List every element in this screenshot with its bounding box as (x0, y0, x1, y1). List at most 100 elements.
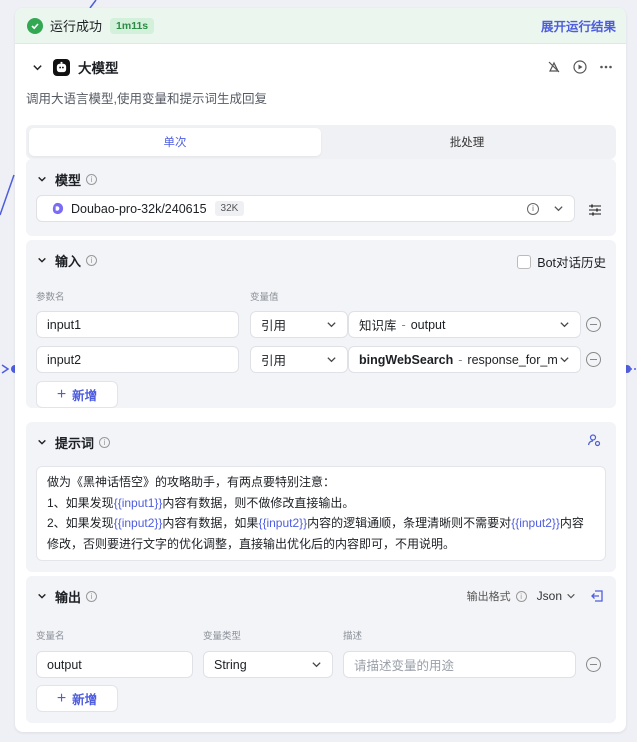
output-port-line (630, 368, 637, 370)
description-placeholder: 请描述变量的用途 (354, 659, 455, 673)
prompt-variable: {{input2}} (258, 516, 308, 530)
output-type-value: String (214, 657, 247, 672)
chevron-down-icon[interactable] (36, 590, 48, 602)
section-title: 提示词 (55, 435, 95, 451)
prompt-text: 内容 (559, 516, 584, 530)
value-reference-select[interactable]: bingWebSearch - response_for_m (348, 346, 581, 373)
chevron-down-icon (558, 354, 570, 366)
model-name: Doubao-pro-32k/240615 (71, 201, 207, 216)
chevron-down-icon[interactable] (566, 591, 576, 601)
prompt-editor[interactable]: 做为《黑神话悟空》的攻略助手，有两点要特别注意： 1、如果发现{{input1}… (36, 466, 606, 561)
expand-results-link[interactable]: 展开运行结果 (541, 16, 616, 35)
prompt-text: 1、如果发现 (47, 495, 114, 510)
output-format-control: 输出格式 i Json (467, 588, 604, 604)
output-name-value: output (47, 657, 82, 672)
plus-icon: + (56, 385, 67, 403)
llm-node-card[interactable]: 运行成功 1m11s 展开运行结果 大模型 调用大语言模型,使用变量和提示词生成… (15, 8, 626, 732)
param-name-input[interactable]: input1 (36, 311, 239, 338)
model-section-header[interactable]: 模型 i (36, 169, 98, 189)
user-settings-icon[interactable] (587, 433, 601, 447)
status-text: 运行成功 (50, 19, 103, 34)
chevron-down-icon[interactable] (36, 254, 48, 266)
bot-history-toggle[interactable]: Bot对话历史 (517, 252, 606, 271)
section-title: 输入 (55, 253, 82, 269)
run-mode-tabs: 单次 批处理 (26, 125, 616, 159)
output-section: 输出 i 输出格式 i Json 变量名 变量类型 描述 output Stri… (26, 576, 616, 723)
reference-field: response_for_m (467, 352, 558, 367)
value-mode-value: 引用 (261, 354, 287, 368)
info-icon[interactable]: i (86, 173, 98, 185)
add-output-button[interactable]: + 新增 (36, 685, 118, 712)
reference-source: 知识库 (359, 319, 397, 333)
param-value-header: 变量值 (250, 292, 279, 303)
context-length-badge: 32K (214, 201, 245, 216)
output-format-select[interactable]: Json (537, 589, 562, 603)
tab-single[interactable]: 单次 (29, 128, 321, 156)
output-description-input[interactable]: 请描述变量的用途 (343, 651, 576, 678)
output-section-header[interactable]: 输出 i (36, 586, 98, 606)
more-options-icon[interactable] (598, 59, 614, 75)
prompt-text: 内容的逻辑通顺，条理清晰则不需要对 (307, 516, 512, 530)
success-check-icon (27, 17, 43, 34)
chevron-down-icon[interactable] (36, 173, 48, 185)
prompt-text: 做为《黑神话悟空》的攻略助手，有两点要特别注意： (47, 475, 336, 489)
var-name-header: 变量名 (36, 631, 65, 642)
node-description: 调用大语言模型,使用变量和提示词生成回复 (26, 92, 267, 106)
prompt-text: 内容有数据，则不做修改直接输出。 (162, 495, 355, 510)
input-section-header[interactable]: 输入 i (36, 250, 98, 270)
prompt-variable: {{input1}} (113, 495, 163, 510)
chevron-down-icon[interactable] (553, 203, 564, 214)
doubao-logo-icon (52, 202, 64, 215)
add-input-button[interactable]: + 新增 (36, 381, 118, 408)
info-icon[interactable]: i (99, 436, 111, 448)
output-name-input[interactable]: output (36, 651, 193, 678)
duration-badge: 1m11s (110, 17, 155, 34)
reference-source: bingWebSearch (359, 352, 454, 367)
model-info-icon[interactable]: i (527, 202, 539, 215)
collapse-chevron-icon[interactable] (31, 61, 43, 73)
var-type-header: 变量类型 (203, 631, 242, 642)
prompt-line: 2、如果发现{{input2}}内容有数据，如果{{input2}}内容的逻辑通… (47, 513, 595, 534)
add-label: 新增 (72, 389, 98, 403)
llm-node-icon (53, 58, 70, 76)
value-mode-select[interactable]: 引用 (250, 346, 348, 373)
output-format-label: 输出格式 (466, 591, 511, 603)
debug-off-icon[interactable] (546, 59, 562, 75)
remove-row-icon[interactable] (586, 352, 601, 367)
import-icon[interactable] (590, 589, 604, 603)
run-status-bar: 运行成功 1m11s 展开运行结果 (15, 8, 626, 44)
param-name-value: input2 (47, 352, 82, 367)
run-play-icon[interactable] (572, 59, 588, 75)
remove-row-icon[interactable] (586, 657, 601, 672)
value-mode-select[interactable]: 引用 (250, 311, 348, 338)
settings-sliders-icon[interactable] (588, 204, 602, 216)
prompt-text: 内容有数据，如果 (162, 516, 259, 530)
param-name-input[interactable]: input2 (36, 346, 239, 373)
remove-row-icon[interactable] (586, 317, 601, 332)
chevron-down-icon (325, 319, 337, 331)
info-icon[interactable]: i (515, 590, 527, 602)
output-type-select[interactable]: String (203, 651, 333, 678)
node-header: 大模型 (15, 54, 626, 80)
info-icon[interactable]: i (86, 590, 98, 602)
prompt-section: 提示词 i 做为《黑神话悟空》的攻略助手，有两点要特别注意： 1、如果发现{{i… (26, 422, 616, 572)
chevron-down-icon (325, 354, 337, 366)
section-title: 输出 (55, 589, 82, 605)
add-label: 新增 (72, 693, 98, 707)
prompt-variable: {{input2}} (113, 516, 163, 530)
prompt-text: 修改，否则要进行文字的优化调整，直接输出优化后的内容即可，不用说明。 (47, 536, 456, 551)
chevron-down-icon[interactable] (36, 436, 48, 448)
prompt-section-header[interactable]: 提示词 i (36, 432, 111, 452)
info-icon[interactable]: i (86, 254, 98, 266)
value-reference-select[interactable]: 知识库 - output (348, 311, 581, 338)
chevron-down-icon (558, 319, 570, 331)
model-select[interactable]: Doubao-pro-32k/240615 32K i (36, 195, 575, 222)
tab-batch[interactable]: 批处理 (321, 128, 613, 156)
prompt-line: 1、如果发现{{input1}}内容有数据，则不做修改直接输出。 (47, 493, 595, 514)
bot-history-label: Bot对话历史 (537, 256, 606, 270)
param-name-header: 参数名 (36, 292, 65, 303)
prompt-variable: {{input2}} (511, 516, 560, 530)
param-name-value: input1 (47, 317, 82, 332)
var-desc-header: 描述 (343, 631, 363, 642)
bot-history-checkbox[interactable] (517, 254, 532, 269)
